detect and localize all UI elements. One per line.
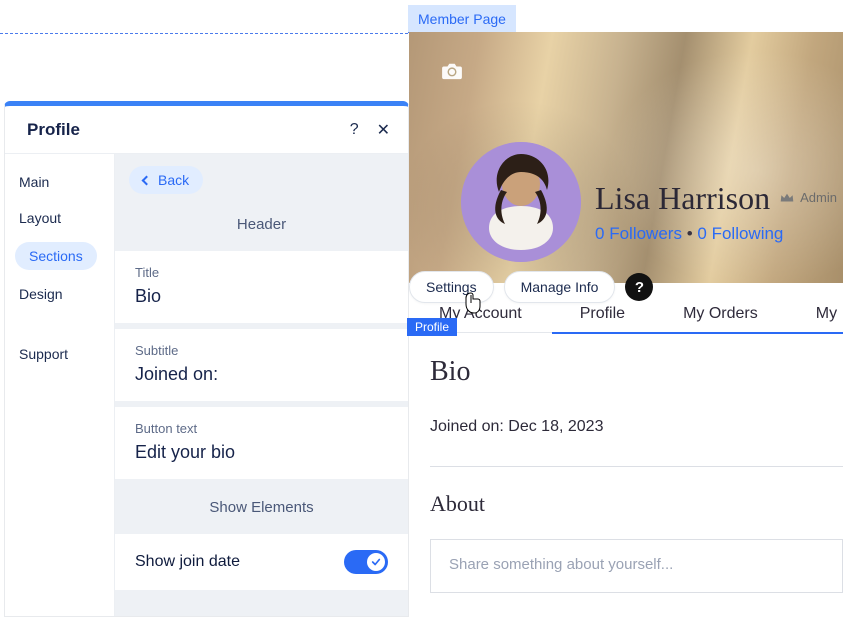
- tab-indicator: [552, 332, 843, 334]
- help-button[interactable]: ?: [625, 273, 653, 301]
- cover-image[interactable]: Lisa Harrison Admin 0 Followers • 0 Foll…: [409, 32, 843, 283]
- field-subtitle-label: Subtitle: [135, 343, 388, 358]
- field-title-label: Title: [135, 265, 388, 280]
- admin-badge: Admin: [780, 190, 837, 205]
- section-header-label: Header: [115, 202, 408, 251]
- profile-selection-chip[interactable]: Profile: [407, 318, 457, 336]
- tab-profile[interactable]: Profile: [580, 305, 625, 323]
- following-link[interactable]: 0 Following: [697, 224, 783, 243]
- panel-content: Back Header Title Bio Subtitle Joined on…: [115, 154, 408, 616]
- back-button[interactable]: Back: [129, 166, 203, 194]
- panel-title: Profile: [27, 120, 80, 140]
- panel-sidebar: Main Layout Sections Design Support: [5, 154, 115, 616]
- profile-name: Lisa Harrison: [595, 180, 770, 217]
- profile-body: Bio Joined on: Dec 18, 2023 About Share …: [430, 356, 843, 593]
- followers-link[interactable]: 0 Followers: [595, 224, 682, 243]
- member-page-tag[interactable]: Member Page: [408, 5, 516, 32]
- sidebar-item-design[interactable]: Design: [5, 276, 114, 312]
- bio-heading: Bio: [430, 356, 843, 388]
- back-label: Back: [158, 172, 189, 188]
- sidebar-item-main[interactable]: Main: [5, 164, 114, 200]
- toggle-show-join-date[interactable]: [344, 550, 388, 574]
- field-button-text-label: Button text: [135, 421, 388, 436]
- tab-my-orders[interactable]: My Orders: [683, 305, 758, 323]
- field-subtitle[interactable]: Subtitle Joined on:: [115, 329, 408, 401]
- toggle-show-join-date-label: Show join date: [135, 553, 240, 571]
- follow-stats: 0 Followers • 0 Following: [595, 224, 783, 244]
- toggle-show-join-date-row: Show join date: [115, 534, 408, 590]
- close-icon[interactable]: ✕: [377, 120, 390, 140]
- sidebar-item-support[interactable]: Support: [5, 336, 114, 372]
- section-show-elements-label: Show Elements: [115, 485, 408, 534]
- admin-label: Admin: [800, 190, 837, 205]
- field-title[interactable]: Title Bio: [115, 251, 408, 323]
- chevron-left-icon: [142, 175, 152, 185]
- joined-on-text: Joined on: Dec 18, 2023: [430, 418, 843, 436]
- field-title-value: Bio: [135, 286, 388, 307]
- camera-icon[interactable]: [441, 62, 463, 80]
- tab-my[interactable]: My: [816, 305, 837, 323]
- divider: [430, 466, 843, 467]
- action-pills: Settings Manage Info ?: [409, 271, 653, 303]
- about-heading: About: [430, 491, 843, 517]
- help-icon[interactable]: ?: [350, 121, 359, 139]
- crown-icon: [780, 193, 794, 203]
- cursor-icon: [463, 292, 481, 319]
- member-page-tag-label: Member Page: [418, 11, 506, 27]
- field-button-text[interactable]: Button text Edit your bio: [115, 407, 408, 479]
- field-button-text-value: Edit your bio: [135, 442, 388, 463]
- settings-panel: Profile ? ✕ Main Layout Sections Design …: [4, 101, 409, 617]
- check-icon: [371, 557, 381, 567]
- field-subtitle-value: Joined on:: [135, 364, 388, 385]
- manage-info-button[interactable]: Manage Info: [504, 271, 616, 303]
- sidebar-item-layout[interactable]: Layout: [5, 200, 114, 236]
- avatar[interactable]: [461, 142, 581, 262]
- about-textarea[interactable]: Share something about yourself...: [430, 539, 843, 593]
- sidebar-item-sections[interactable]: Sections: [15, 242, 97, 270]
